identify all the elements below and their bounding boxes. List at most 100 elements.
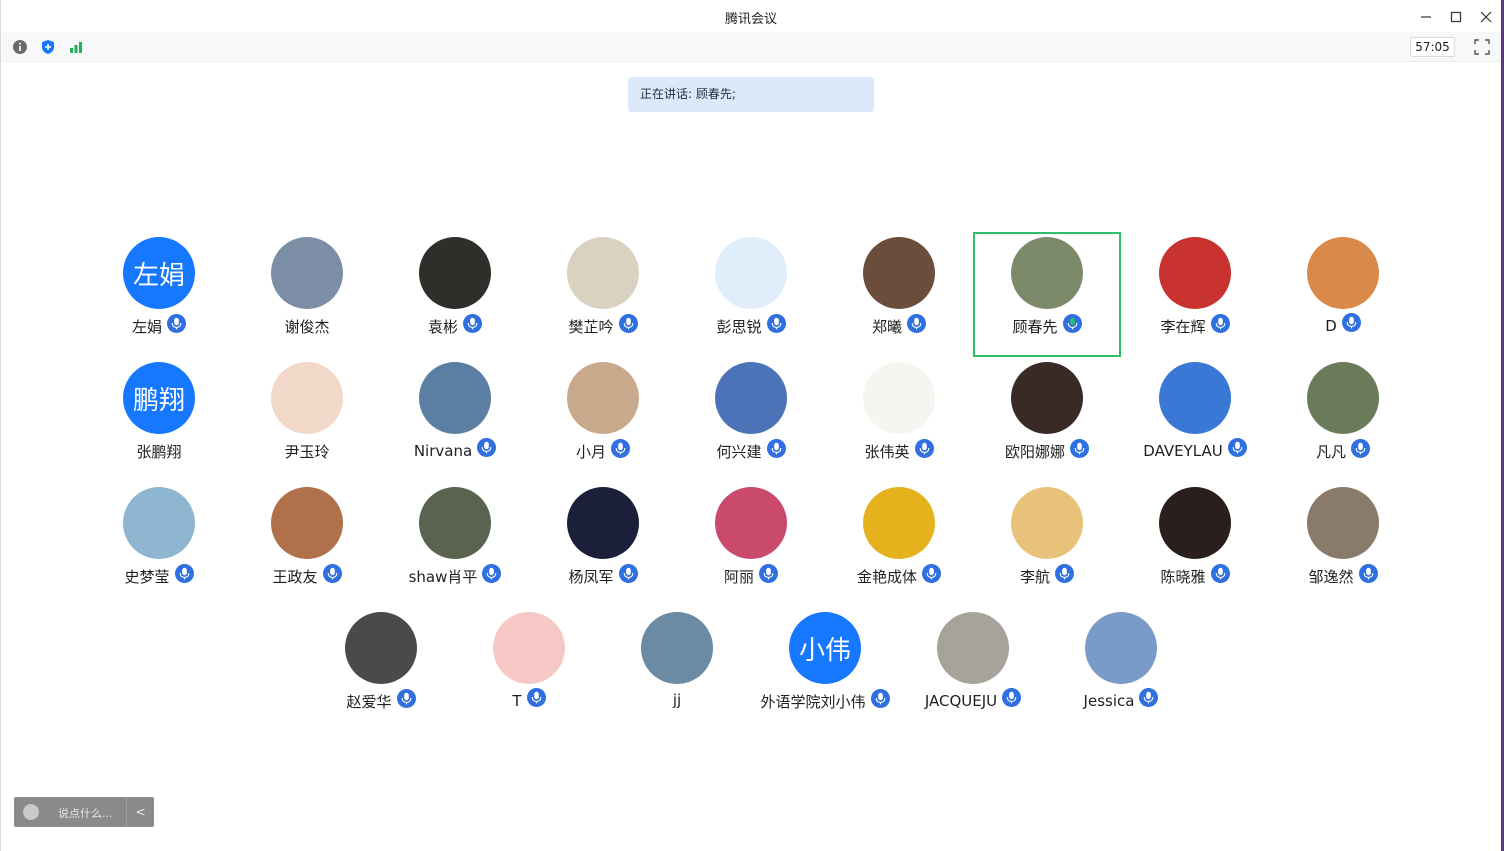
microphone-icon: [1062, 314, 1082, 333]
participant-tile[interactable]: 李在辉: [1121, 232, 1269, 357]
participant-name-row: 邹逸然: [1269, 564, 1417, 587]
participant-tile[interactable]: 何兴建: [677, 357, 825, 482]
participant-tile[interactable]: 顾春先: [973, 232, 1121, 357]
participant-name-row: 史梦莹: [85, 564, 233, 587]
participant-tile[interactable]: 鹏翔 张鹏翔: [85, 357, 233, 482]
microphone-icon: [1210, 314, 1230, 333]
participant-name: jj: [672, 691, 682, 709]
participant-avatar: [419, 487, 491, 559]
participant-tile[interactable]: Jessica: [1047, 607, 1195, 732]
participant-avatar: [1307, 362, 1379, 434]
chat-input[interactable]: 说点什么... <: [14, 797, 154, 827]
emoji-icon[interactable]: [23, 804, 39, 820]
participant-tile[interactable]: 史梦莹: [85, 482, 233, 607]
participant-tile[interactable]: 陈晓雅: [1121, 482, 1269, 607]
participant-tile[interactable]: 彭思锐: [677, 232, 825, 357]
participant-name: 樊芷吟: [568, 318, 614, 336]
participant-tile[interactable]: JACQUEJU: [899, 607, 1047, 732]
participant-avatar: [1159, 362, 1231, 434]
participant-tile[interactable]: shaw肖平: [381, 482, 529, 607]
participant-tile[interactable]: 欧阳娜娜: [973, 357, 1121, 482]
participant-name-row: 何兴建: [677, 439, 825, 462]
microphone-icon: [1139, 688, 1159, 707]
participant-tile[interactable]: 邹逸然: [1269, 482, 1417, 607]
participant-tile[interactable]: 郑曦: [825, 232, 973, 357]
microphone-icon: [1055, 564, 1074, 583]
participant-tile[interactable]: D: [1269, 232, 1417, 357]
participant-tile[interactable]: 凡凡: [1269, 357, 1417, 482]
participant-name: 欧阳娜娜: [1004, 443, 1065, 461]
participant-avatar: [567, 237, 639, 309]
participant-avatar: 小伟: [789, 612, 861, 684]
participant-tile[interactable]: 张伟英: [825, 357, 973, 482]
participant-tile[interactable]: 杨凤军: [529, 482, 677, 607]
participant-name: 郑曦: [871, 318, 902, 336]
participant-tile[interactable]: 尹玉玲: [233, 357, 381, 482]
participant-tile[interactable]: 小月: [529, 357, 677, 482]
participant-name-row: jj: [603, 691, 751, 709]
microphone-icon: [1227, 438, 1247, 457]
chat-placeholder: 说点什么...: [58, 807, 113, 820]
participant-avatar: [863, 362, 935, 434]
participant-name: Nirvana: [413, 441, 473, 460]
participant-tile[interactable]: 左娟 左娟: [85, 232, 233, 357]
participant-avatar: [863, 487, 935, 559]
participant-name-row: 陈晓雅: [1121, 564, 1269, 587]
participant-avatar: 鹏翔: [123, 362, 195, 434]
participant-tile[interactable]: 金艳成体: [825, 482, 973, 607]
participant-tile[interactable]: 赵爱华: [307, 607, 455, 732]
participant-avatar: [1307, 237, 1379, 309]
microphone-icon: [526, 688, 546, 707]
participant-tile[interactable]: DAVEYLAU: [1121, 357, 1269, 482]
microphone-icon: [766, 439, 786, 458]
participant-name: 谢俊杰: [284, 318, 330, 336]
participant-avatar: [493, 612, 565, 684]
participant-avatar: [567, 362, 639, 434]
participant-avatar: [345, 612, 417, 684]
participant-name: JACQUEJU: [924, 691, 998, 710]
microphone-icon: [870, 689, 890, 708]
participant-tile[interactable]: Nirvana: [381, 357, 529, 482]
participant-name-row: DAVEYLAU: [1121, 438, 1269, 460]
participant-avatar: [1085, 612, 1157, 684]
participant-tile[interactable]: 樊芷吟: [529, 232, 677, 357]
participant-name: 陈晓雅: [1160, 568, 1206, 586]
participant-tile[interactable]: 王政友: [233, 482, 381, 607]
participant-name-row: 李航: [973, 564, 1121, 587]
participant-name: 张伟英: [864, 443, 910, 461]
microphone-icon: [766, 314, 786, 333]
participant-tile[interactable]: 谢俊杰: [233, 232, 381, 357]
participant-tile[interactable]: jj: [603, 607, 751, 732]
participant-name-row: shaw肖平: [381, 564, 529, 587]
participant-name: 何兴建: [716, 443, 762, 461]
microphone-icon: [611, 439, 630, 458]
participant-avatar: [419, 237, 491, 309]
participant-name: 金艳成体: [856, 568, 917, 586]
participant-name-row: 樊芷吟: [529, 314, 677, 337]
participant-name: shaw肖平: [408, 568, 478, 586]
participant-name: 阿丽: [723, 568, 754, 586]
microphone-icon: [1341, 313, 1361, 332]
participant-avatar: [1159, 487, 1231, 559]
participant-name-row: 尹玉玲: [233, 441, 381, 462]
participant-tile[interactable]: 李航: [973, 482, 1121, 607]
participant-name-row: 彭思锐: [677, 314, 825, 337]
participant-name: 顾春先: [1012, 318, 1058, 336]
microphone-icon: [396, 689, 416, 708]
participant-tile[interactable]: 袁彬: [381, 232, 529, 357]
participant-name: 左娟: [131, 318, 162, 336]
participant-avatar: [1011, 362, 1083, 434]
microphone-icon: [759, 564, 778, 583]
participant-avatar: [1011, 237, 1083, 309]
chat-collapse-button[interactable]: <: [126, 797, 154, 827]
participant-name: T: [512, 691, 522, 710]
participant-avatar: [715, 487, 787, 559]
participant-name-row: 王政友: [233, 564, 381, 587]
participant-name-row: 赵爱华: [307, 689, 455, 712]
participant-avatar: [715, 362, 787, 434]
participant-tile[interactable]: 小伟 外语学院刘小伟: [751, 607, 899, 732]
participant-tile[interactable]: T: [455, 607, 603, 732]
participant-name: 邹逸然: [1308, 568, 1354, 586]
participant-tile[interactable]: 阿丽: [677, 482, 825, 607]
participant-avatar: [271, 237, 343, 309]
